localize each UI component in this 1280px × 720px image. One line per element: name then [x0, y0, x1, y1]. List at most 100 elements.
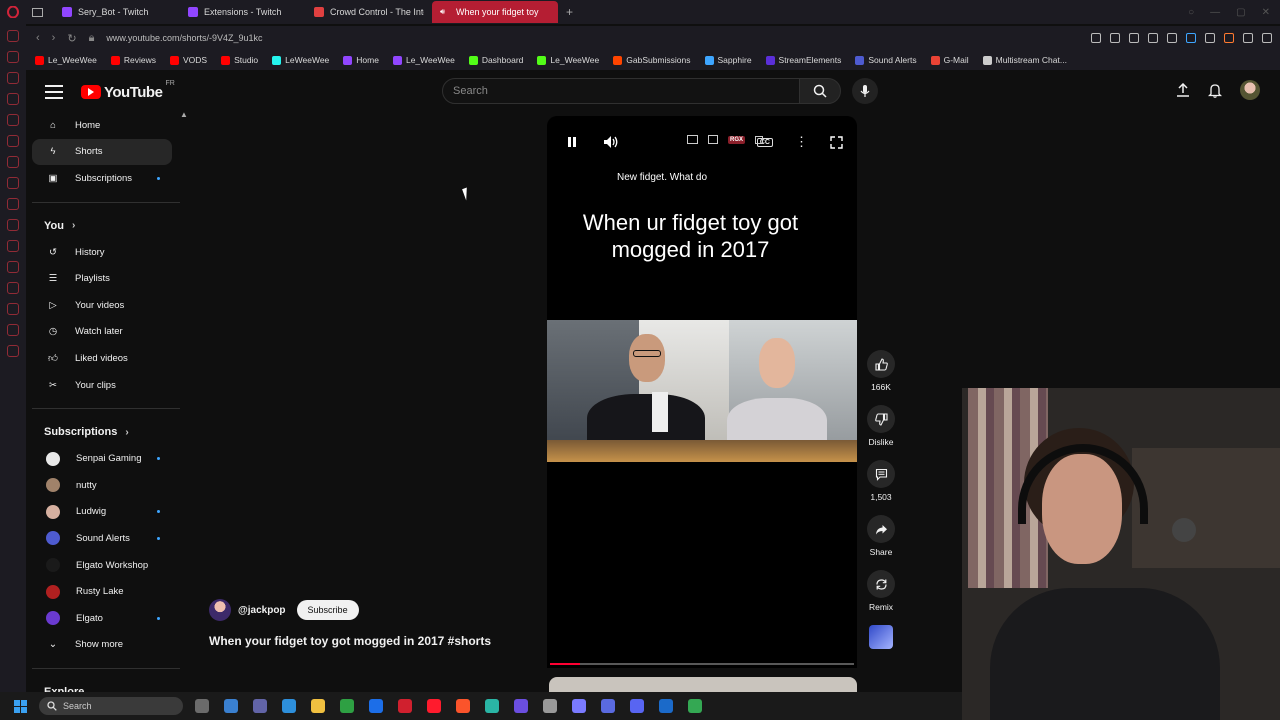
volume-icon[interactable] — [603, 135, 619, 149]
taskbar-app-icon[interactable] — [224, 699, 238, 713]
video-progress-bar[interactable] — [550, 663, 854, 665]
sidebar-app-icon[interactable] — [7, 345, 19, 357]
browser-tab[interactable]: Crowd Control - The Inter — [306, 1, 432, 23]
shorts-player[interactable]: RGX CC ⋮ New fidget. What do When ur fid… — [547, 116, 857, 668]
search-button[interactable] — [799, 78, 841, 104]
windows-start-icon[interactable] — [14, 699, 27, 713]
bookmark-item[interactable]: Le_WeeWee — [35, 55, 97, 65]
taskbar-app-icon[interactable] — [427, 699, 441, 713]
dislike-button[interactable]: Dislike — [867, 405, 895, 447]
sidebar-app-icon[interactable] — [7, 72, 19, 84]
bookmark-item[interactable]: Le_WeeWee — [392, 55, 455, 65]
comments-button[interactable]: 1,503 — [867, 460, 895, 502]
subscription-channel[interactable]: Senpai Gaming — [26, 445, 186, 472]
taskbar-app-icon[interactable] — [195, 699, 209, 713]
sidebar-app-icon[interactable] — [7, 303, 19, 315]
fullscreen-icon[interactable] — [830, 135, 843, 149]
taskbar-app-icon[interactable] — [543, 699, 557, 713]
maximize-icon[interactable]: ▢ — [1236, 7, 1245, 18]
bookmark-item[interactable]: Home — [343, 55, 379, 65]
pause-icon[interactable] — [565, 135, 579, 149]
subscription-channel[interactable]: Ludwig — [26, 499, 186, 526]
close-window-icon[interactable]: ✕ — [1262, 7, 1270, 18]
sidebar-app-icon[interactable] — [7, 219, 19, 231]
sidebar-item-shorts[interactable]: ϟ Shorts — [32, 138, 172, 166]
opera-logo-icon[interactable] — [0, 6, 26, 18]
taskbar-app-icon[interactable] — [688, 699, 702, 713]
reload-icon[interactable]: ↻ — [67, 32, 76, 45]
sidebar-app-icon[interactable] — [7, 240, 19, 252]
sidebar-app-icon[interactable] — [7, 135, 19, 147]
sidebar-item-subscriptions[interactable]: ▣ Subscriptions — [26, 165, 186, 192]
rgx-badge[interactable]: RGX — [728, 135, 746, 144]
channel-avatar[interactable] — [209, 599, 231, 621]
sidebar-app-icon[interactable] — [7, 156, 19, 168]
create-upload-icon[interactable] — [1176, 83, 1190, 97]
sidebar-app-icon[interactable] — [7, 282, 19, 294]
snapshot-icon[interactable] — [1110, 33, 1120, 43]
remix-button[interactable]: Remix — [867, 570, 895, 612]
sidebar-item-your-videos[interactable]: ▷ Your videos — [26, 292, 186, 319]
subscription-channel[interactable]: Rusty Lake — [26, 578, 186, 605]
sidebar-app-icon[interactable] — [7, 30, 19, 42]
profile-extension-icon[interactable] — [1224, 33, 1234, 43]
taskbar-app-icon[interactable] — [572, 699, 586, 713]
subscription-channel[interactable]: nutty — [26, 472, 186, 499]
browser-tab[interactable]: 🔊︎ When your fidget toy — [432, 1, 558, 23]
taskbar-search[interactable]: Search — [39, 697, 183, 715]
more-options-icon[interactable]: ⋮ — [795, 134, 808, 150]
taskbar-app-icon[interactable] — [456, 699, 470, 713]
taskbar-app-icon[interactable] — [398, 699, 412, 713]
taskbar-app-icon[interactable] — [311, 699, 325, 713]
popout-icon[interactable] — [708, 135, 718, 144]
sidebar-item-your-clips[interactable]: ✂ Your clips — [26, 372, 186, 399]
subscription-channel[interactable]: Elgato — [26, 605, 186, 632]
sidebar-app-icon[interactable] — [7, 51, 19, 63]
browser-tab[interactable]: Sery_Bot - Twitch — [54, 1, 180, 23]
taskbar-app-icon[interactable] — [340, 699, 354, 713]
voice-search-button[interactable] — [852, 78, 878, 104]
sidebar-app-icon[interactable] — [7, 93, 19, 105]
puzzle-icon[interactable] — [1205, 33, 1215, 43]
bookmark-item[interactable]: G-Mail — [930, 55, 969, 65]
youtube-logo[interactable]: YouTube FR — [81, 80, 175, 101]
vpn-icon[interactable] — [1129, 33, 1139, 43]
notifications-bell-icon[interactable] — [1208, 83, 1222, 98]
sidebar-item-playlists[interactable]: ☰ Playlists — [26, 265, 186, 292]
opera-search-icon[interactable]: ○ — [1188, 7, 1194, 18]
minimize-icon[interactable]: — — [1210, 7, 1220, 18]
sidebar-app-icon[interactable] — [7, 261, 19, 273]
short-title[interactable]: When your fidget toy got mogged in 2017 … — [209, 634, 491, 648]
back-icon[interactable]: ‹ — [36, 32, 40, 44]
bookmark-item[interactable]: StreamElements — [765, 55, 841, 65]
subscription-channel[interactable]: Elgato Workshop — [26, 552, 186, 579]
audio-source-thumbnail[interactable] — [869, 625, 893, 649]
sidebar-item-home[interactable]: ⌂ Home — [26, 112, 186, 139]
sidebar-app-icon[interactable] — [7, 177, 19, 189]
subscriptions-heading[interactable]: Subscriptions › — [26, 419, 186, 445]
taskbar-app-icon[interactable] — [369, 699, 383, 713]
heart-icon[interactable] — [1167, 33, 1177, 43]
pip-icon[interactable] — [687, 135, 698, 144]
guide-menu-icon[interactable] — [45, 85, 63, 99]
sidebar-item-liked-videos[interactable]: 👍︎ Liked videos — [26, 345, 186, 372]
bookmark-item[interactable]: Le_WeeWee — [537, 55, 599, 65]
menu-icon[interactable] — [1262, 33, 1272, 43]
bookmark-item[interactable]: Multistream Chat... — [982, 55, 1067, 65]
sidebar-item-watch-later[interactable]: ◷ Watch later — [26, 319, 186, 346]
you-heading[interactable]: You › — [26, 213, 186, 239]
bookmark-item[interactable]: VODS — [169, 55, 207, 65]
bookmark-item[interactable]: Studio — [221, 55, 258, 65]
tab-layout-icon[interactable] — [26, 1, 54, 23]
download-icon[interactable] — [1243, 33, 1253, 43]
scroll-up-arrow-icon[interactable]: ▲ — [180, 110, 188, 119]
theater-icon[interactable] — [755, 135, 764, 144]
taskbar-app-icon[interactable] — [630, 699, 644, 713]
taskbar-app-icon[interactable] — [601, 699, 615, 713]
extension-icon[interactable] — [1186, 33, 1196, 43]
sidebar-app-icon[interactable] — [7, 324, 19, 336]
bookmark-item[interactable]: Reviews — [110, 55, 156, 65]
subscription-channel[interactable]: Sound Alerts — [26, 525, 186, 552]
bookmark-icon[interactable] — [1091, 33, 1101, 43]
bookmark-item[interactable]: GabSubmissions — [613, 55, 691, 65]
